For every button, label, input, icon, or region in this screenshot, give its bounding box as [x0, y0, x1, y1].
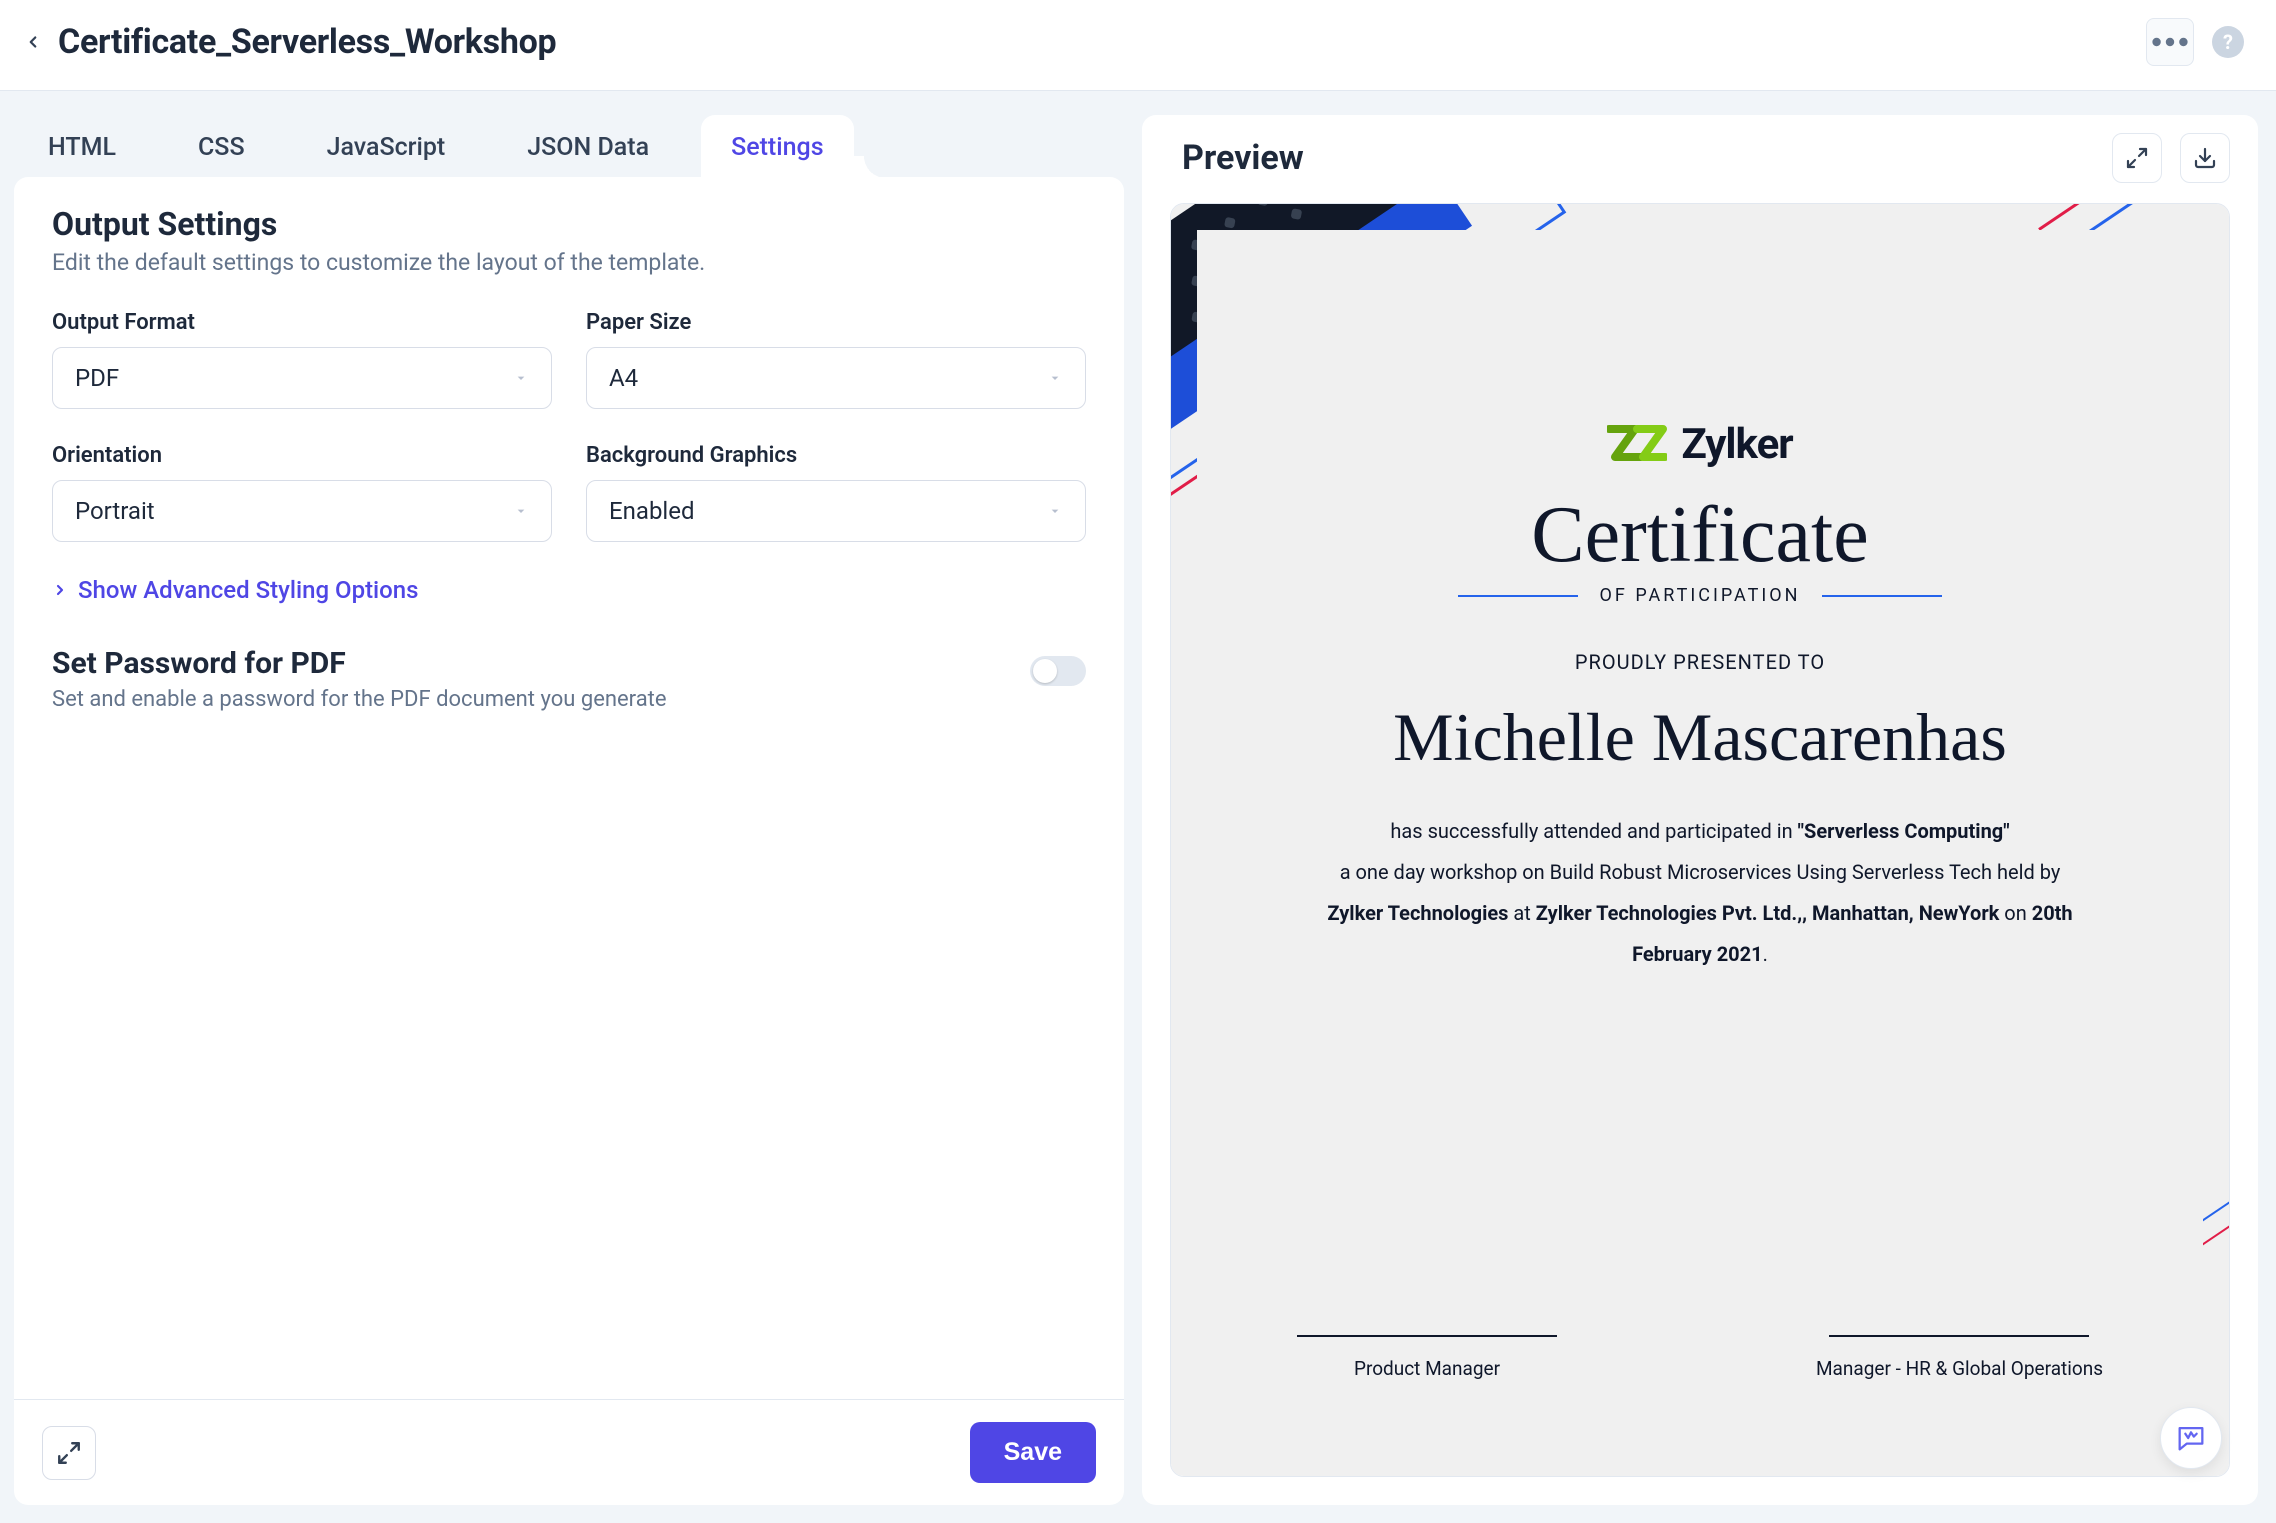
recipient-name: Michelle Mascarenhas — [1393, 698, 2007, 777]
select-orientation[interactable]: Portrait — [52, 480, 552, 542]
tab-json-data[interactable]: JSON Data — [497, 115, 679, 178]
cert-body-text: on — [1999, 901, 2031, 925]
label-orientation: Orientation — [52, 443, 552, 468]
tab-html[interactable]: HTML — [18, 115, 146, 178]
label-paper-size: Paper Size — [586, 310, 1086, 335]
tab-javascript[interactable]: JavaScript — [297, 115, 476, 178]
cert-body-text: a one day workshop on Build Robust Micro… — [1340, 860, 2061, 884]
signature-right-role: Manager - HR & Global Operations — [1816, 1357, 2103, 1380]
proudly-presented-label: PROUDLY PRESENTED TO — [1575, 650, 1825, 674]
dots-horizontal-icon — [2147, 19, 2193, 65]
expand-icon — [56, 1440, 82, 1466]
decoration-line — [2038, 203, 2230, 231]
signature-row: Product Manager Manager - HR & Global Op… — [1197, 1335, 2203, 1380]
select-orientation-value: Portrait — [75, 497, 155, 525]
advanced-styling-label: Show Advanced Styling Options — [78, 576, 419, 604]
select-background-graphics-value: Enabled — [609, 497, 695, 525]
certificate-subheading: OF PARTICIPATION — [1600, 585, 1801, 606]
signature-left-role: Product Manager — [1297, 1357, 1557, 1380]
chevron-down-icon — [513, 503, 529, 519]
field-orientation: Orientation Portrait — [52, 443, 552, 542]
preview-heading: Preview — [1170, 138, 1304, 178]
signature-right: Manager - HR & Global Operations — [1816, 1335, 2103, 1380]
field-paper-size: Paper Size A4 — [586, 310, 1086, 409]
output-settings-heading: Output Settings — [52, 205, 1086, 243]
select-background-graphics[interactable]: Enabled — [586, 480, 1086, 542]
download-button[interactable] — [2180, 133, 2230, 183]
download-icon — [2193, 146, 2217, 170]
page-header: Certificate_Serverless_Workshop ? — [0, 0, 2276, 91]
brand-name: Zylker — [1681, 420, 1792, 469]
tab-css[interactable]: CSS — [168, 115, 275, 178]
page-title: Certificate_Serverless_Workshop — [58, 22, 556, 62]
chevron-down-icon — [1047, 370, 1063, 386]
cert-body-text: has successfully attended and participat… — [1390, 819, 1797, 843]
editor-tabs: HTML CSS JavaScript JSON Data Settings — [14, 115, 1124, 178]
settings-footer: Save — [14, 1399, 1124, 1505]
label-output-format: Output Format — [52, 310, 552, 335]
tab-settings[interactable]: Settings — [701, 115, 854, 178]
label-background-graphics: Background Graphics — [586, 443, 1086, 468]
brand-logo: Zylker — [1607, 420, 1792, 469]
select-output-format[interactable]: PDF — [52, 347, 552, 409]
expand-editor-button[interactable] — [42, 1426, 96, 1480]
certificate-subheading-row: OF PARTICIPATION — [1458, 585, 1943, 606]
expand-preview-button[interactable] — [2112, 133, 2162, 183]
cert-body-event: "Serverless Computing" — [1798, 819, 2010, 843]
chat-icon — [2174, 1421, 2208, 1455]
chevron-left-icon — [24, 33, 42, 51]
select-paper-size[interactable]: A4 — [586, 347, 1086, 409]
cert-body-text: . — [1763, 942, 1768, 966]
field-background-graphics: Background Graphics Enabled — [586, 443, 1086, 542]
cert-body-text: at — [1508, 901, 1535, 925]
expand-icon — [2125, 146, 2149, 170]
password-section-description: Set and enable a password for the PDF do… — [52, 687, 990, 712]
select-paper-size-value: A4 — [609, 364, 638, 392]
password-section: Set Password for PDF Set and enable a pa… — [52, 646, 1086, 712]
back-button[interactable] — [18, 27, 48, 57]
main-body: HTML CSS JavaScript JSON Data Settings O… — [0, 91, 2276, 1523]
zylker-logo-icon — [1607, 421, 1667, 469]
select-output-format-value: PDF — [75, 364, 119, 392]
save-button[interactable]: Save — [970, 1422, 1096, 1483]
field-output-format: Output Format PDF — [52, 310, 552, 409]
cert-body-venue: Zylker Technologies Pvt. Ltd.,, Manhatta… — [1536, 901, 2000, 925]
chevron-down-icon — [513, 370, 529, 386]
chevron-right-icon — [52, 582, 68, 598]
output-settings-description: Edit the default settings to customize t… — [52, 249, 1086, 276]
help-button[interactable]: ? — [2212, 26, 2244, 58]
more-menu-button[interactable] — [2146, 18, 2194, 66]
certificate-body: has successfully attended and participat… — [1320, 811, 2080, 975]
question-mark-icon: ? — [2223, 30, 2233, 54]
signature-left: Product Manager — [1297, 1335, 1557, 1380]
preview-document: Zylker Certificate OF PARTICIPATION PROU… — [1170, 203, 2230, 1477]
editor-panel: HTML CSS JavaScript JSON Data Settings O… — [14, 115, 1124, 1505]
certificate: Zylker Certificate OF PARTICIPATION PROU… — [1171, 204, 2229, 1476]
chat-widget-button[interactable] — [2160, 1407, 2222, 1469]
cert-body-org: Zylker Technologies — [1327, 901, 1508, 925]
preview-panel: Preview — [1142, 115, 2258, 1505]
advanced-styling-toggle[interactable]: Show Advanced Styling Options — [52, 576, 1086, 604]
chevron-down-icon — [1047, 503, 1063, 519]
certificate-heading: Certificate — [1531, 495, 1869, 575]
password-section-title: Set Password for PDF — [52, 646, 990, 681]
password-toggle[interactable] — [1030, 656, 1086, 686]
settings-card: Output Settings Edit the default setting… — [14, 177, 1124, 1505]
